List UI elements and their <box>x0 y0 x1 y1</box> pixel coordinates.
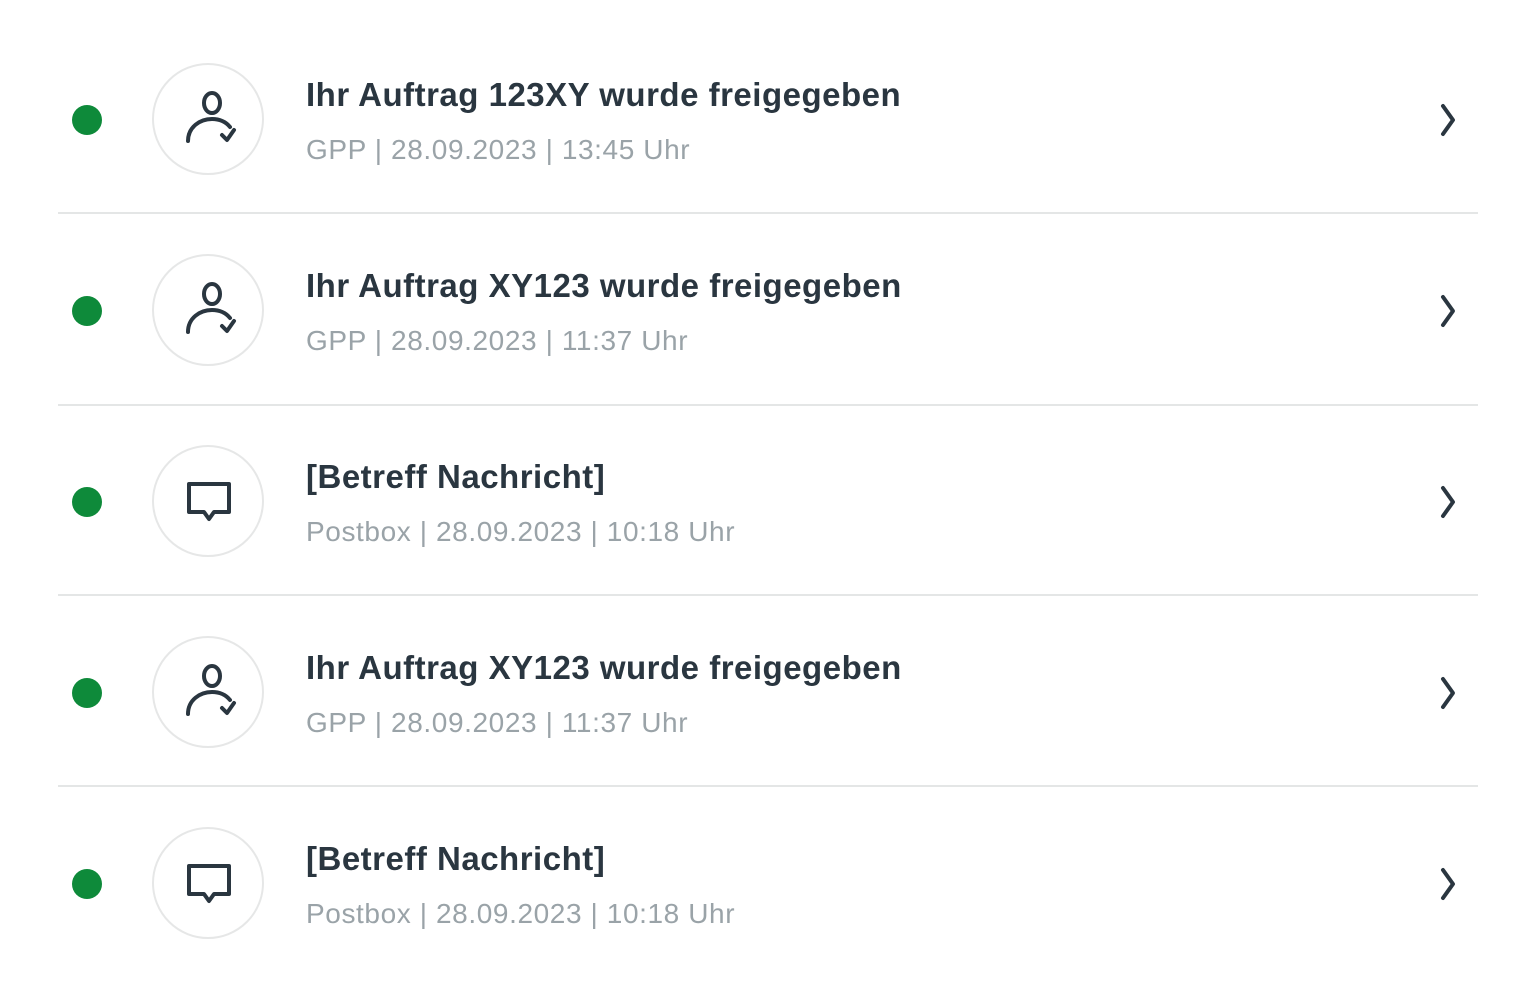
chevron-right-icon[interactable] <box>1432 862 1462 906</box>
notification-meta: Postbox | 28.09.2023 | 10:18 Uhr <box>306 898 736 929</box>
unread-indicator <box>72 105 102 135</box>
notification-meta: GPP | 28.09.2023 | 11:37 Uhr <box>306 707 689 738</box>
divider <box>58 404 1478 406</box>
notification-item[interactable]: Ihr Auftrag 123XY wurde freigegeben GPP … <box>0 24 1528 215</box>
chevron-right-icon[interactable] <box>1432 98 1462 142</box>
chevron-right-icon[interactable] <box>1432 289 1462 333</box>
divider <box>58 594 1478 596</box>
notification-meta: GPP | 28.09.2023 | 11:37 Uhr <box>306 325 689 356</box>
notification-item[interactable]: Ihr Auftrag XY123 wurde freigegeben GPP … <box>0 597 1528 788</box>
notification-title: Ihr Auftrag 123XY wurde freigegeben <box>306 76 902 113</box>
user-check-icon <box>152 254 264 366</box>
chat-bubble-icon <box>152 827 264 939</box>
user-check-icon <box>152 63 264 175</box>
notification-item[interactable]: [Betreff Nachricht] Postbox | 28.09.2023… <box>0 406 1528 597</box>
unread-indicator <box>72 869 102 899</box>
notification-title: [Betreff Nachricht] <box>306 840 606 877</box>
notification-meta: Postbox | 28.09.2023 | 10:18 Uhr <box>306 516 736 547</box>
unread-indicator <box>72 678 102 708</box>
notification-meta: GPP | 28.09.2023 | 13:45 Uhr <box>306 134 691 165</box>
user-check-icon <box>152 636 264 748</box>
notification-title: Ihr Auftrag XY123 wurde freigegeben <box>306 649 902 686</box>
notification-list: Ihr Auftrag 123XY wurde freigegeben GPP … <box>0 0 1528 994</box>
chat-bubble-icon <box>152 445 264 557</box>
notification-title: [Betreff Nachricht] <box>306 458 606 495</box>
chevron-right-icon[interactable] <box>1432 480 1462 524</box>
chevron-right-icon[interactable] <box>1432 671 1462 715</box>
unread-indicator <box>72 487 102 517</box>
divider <box>58 212 1478 214</box>
divider <box>58 785 1478 787</box>
notification-item[interactable]: Ihr Auftrag XY123 wurde freigegeben GPP … <box>0 215 1528 406</box>
unread-indicator <box>72 296 102 326</box>
notification-title: Ihr Auftrag XY123 wurde freigegeben <box>306 267 902 304</box>
notification-item[interactable]: [Betreff Nachricht] Postbox | 28.09.2023… <box>0 788 1528 979</box>
